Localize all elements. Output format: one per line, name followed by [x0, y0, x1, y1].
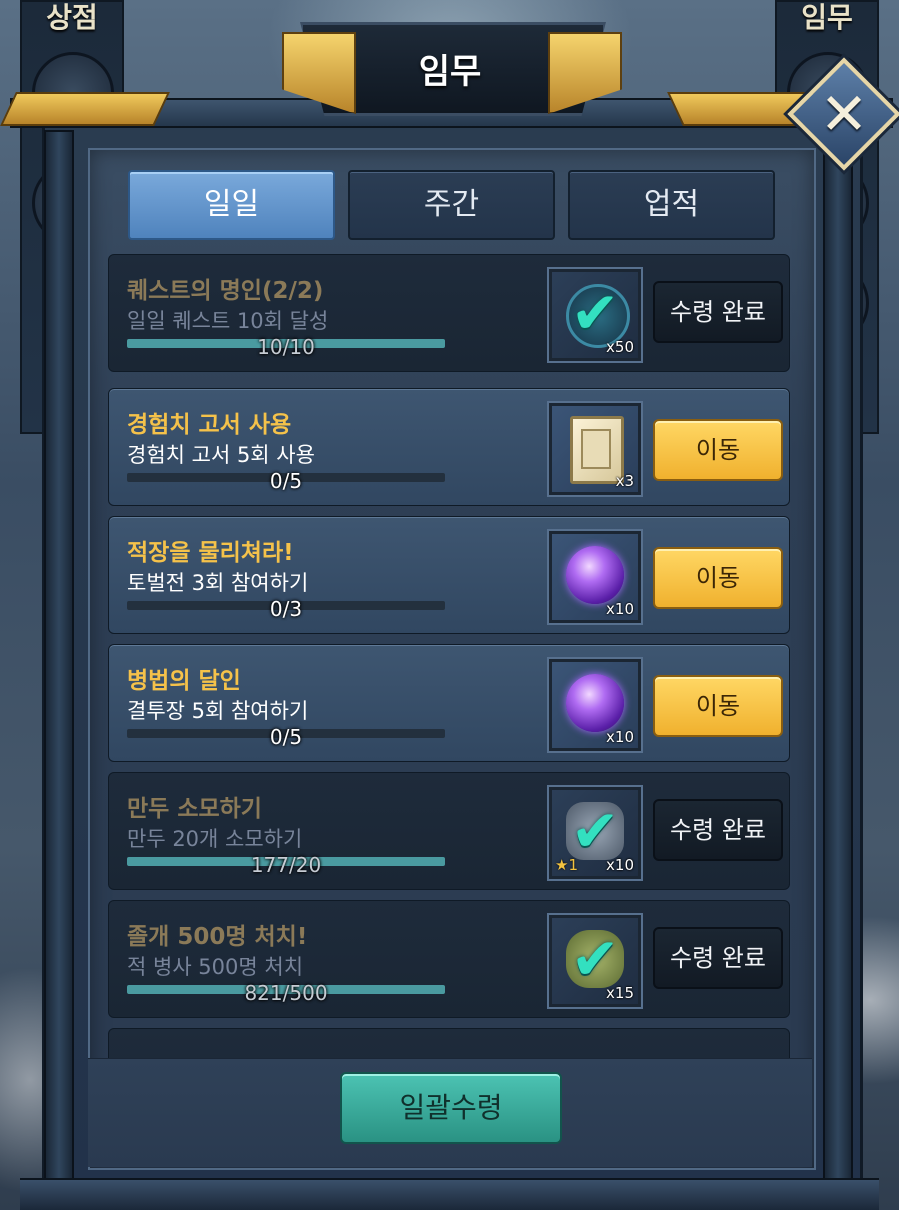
claimed-button[interactable]: 수령 완료 — [653, 799, 783, 861]
quest-description: 만두 20개 소모하기 — [127, 827, 303, 851]
purple-orb-icon — [566, 546, 624, 604]
reward-slot[interactable]: ✔ ★1 x10 — [549, 787, 641, 879]
side-label-shop[interactable]: 상점 — [22, 0, 122, 36]
quest-title: 경험치 고서 사용 — [127, 412, 292, 438]
quest-row: 병법의 달인 결투장 5회 참여하기 0/5 x10 이동 — [108, 644, 790, 762]
go-button[interactable]: 이동 — [653, 675, 783, 737]
reward-quantity: x10 — [606, 856, 634, 874]
reward-slot[interactable]: ✔ x15 — [549, 915, 641, 1007]
check-icon: ✔ — [570, 925, 620, 993]
quest-title: 적장을 물리쳐라! — [127, 540, 294, 566]
claimed-button[interactable]: 수령 완료 — [653, 281, 783, 343]
exp-book-cover — [581, 429, 611, 469]
quest-row: 졸개 500명 처치! 적 병사 500명 처치 821/500 ✔ x15 수… — [108, 900, 790, 1018]
claim-all-button[interactable]: 일괄수령 — [340, 1072, 562, 1144]
quest-row: 만두 소모하기 만두 20개 소모하기 177/20 ✔ ★1 x10 수령 완… — [108, 772, 790, 890]
reward-slot[interactable]: ✔ x50 — [549, 269, 641, 361]
frame-bottom-beam — [20, 1178, 879, 1210]
reward-quantity: x10 — [606, 600, 634, 618]
quest-description: 결투장 5회 참여하기 — [127, 699, 309, 723]
tab-achievements[interactable]: 업적 — [568, 170, 775, 240]
reward-slot[interactable]: x10 — [549, 531, 641, 623]
star-level-badge: ★1 — [555, 856, 578, 874]
quest-progress-count: 0/5 — [269, 469, 303, 493]
quest-progress-count: 821/500 — [244, 981, 328, 1005]
quest-title: 퀘스트의 명인(2/2) — [127, 278, 324, 304]
go-button[interactable]: 이동 — [653, 547, 783, 609]
quest-description: 경험치 고서 5회 사용 — [127, 443, 315, 467]
quest-title: 졸개 500명 처치! — [127, 924, 308, 950]
quest-list[interactable]: 퀘스트의 명인(2/2) 일일 퀘스트 10회 달성 10/10 ✔ x50 수… — [100, 252, 800, 1058]
go-button[interactable]: 이동 — [653, 419, 783, 481]
quest-row: 경험치 고서 사용 경험치 고서 5회 사용 0/5 x3 이동 — [108, 388, 790, 506]
reward-quantity: x15 — [606, 984, 634, 1002]
quest-progress-count: 177/20 — [250, 853, 322, 877]
close-icon[interactable]: ✕ — [804, 74, 884, 154]
quest-progress-count: 10/10 — [257, 335, 315, 359]
reward-quantity: x3 — [615, 472, 634, 490]
check-icon: ✔ — [570, 279, 620, 347]
gold-ornament-left — [0, 92, 170, 126]
tab-bar: 일일 주간 업적 — [128, 170, 775, 240]
window-title: 임무 — [418, 52, 482, 92]
tab-weekly[interactable]: 주간 — [348, 170, 555, 240]
check-icon: ✔ — [570, 797, 620, 865]
quest-row: 적장을 물리쳐라! 토벌전 3회 참여하기 0/3 x10 이동 — [108, 516, 790, 634]
quest-row — [108, 1028, 790, 1058]
quest-title: 만두 소모하기 — [127, 796, 262, 822]
quest-description: 토벌전 3회 참여하기 — [127, 571, 309, 595]
side-label-mission[interactable]: 임무 — [777, 0, 877, 36]
reward-quantity: x10 — [606, 728, 634, 746]
quest-progress-count: 0/5 — [269, 725, 303, 749]
quest-title: 병법의 달인 — [127, 668, 241, 694]
frame-pillar-right — [823, 130, 853, 1194]
reward-quantity: x50 — [606, 338, 634, 356]
frame-pillar-left — [44, 130, 74, 1194]
quest-description: 적 병사 500명 처치 — [127, 955, 304, 979]
reward-slot[interactable]: x10 — [549, 659, 641, 751]
tab-daily[interactable]: 일일 — [128, 170, 335, 240]
quest-progress-count: 0/3 — [269, 597, 303, 621]
quest-row: 퀘스트의 명인(2/2) 일일 퀘스트 10회 달성 10/10 ✔ x50 수… — [108, 254, 790, 372]
purple-orb-icon — [566, 674, 624, 732]
claimed-button[interactable]: 수령 완료 — [653, 927, 783, 989]
reward-slot[interactable]: x3 — [549, 403, 641, 495]
quest-description: 일일 퀘스트 10회 달성 — [127, 309, 329, 333]
